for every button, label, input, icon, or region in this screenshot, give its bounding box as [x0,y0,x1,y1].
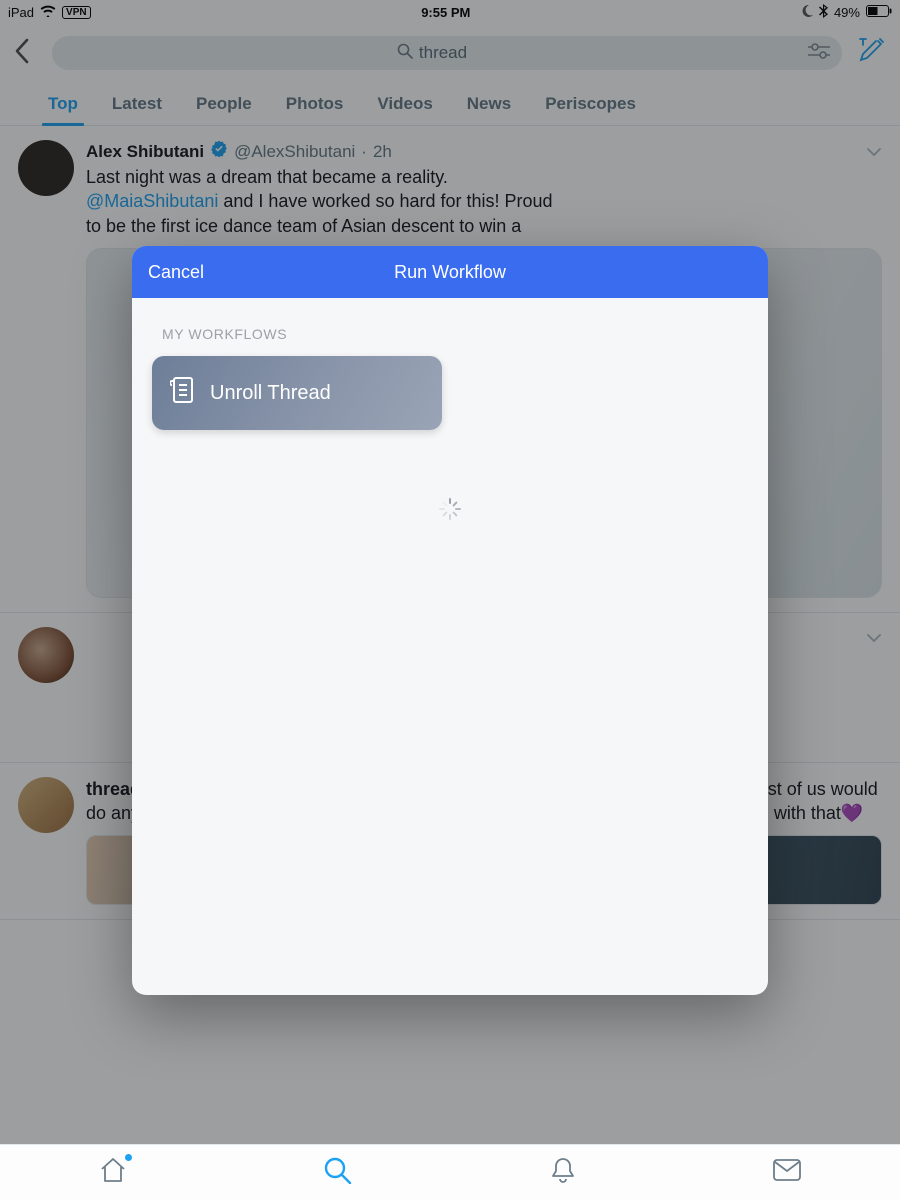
bottom-tab-bar [0,1144,900,1200]
section-label: MY WORKFLOWS [162,326,748,342]
sheet-header: Cancel Run Workflow [132,246,768,298]
workflow-sheet: Cancel Run Workflow MY WORKFLOWS Unroll … [132,246,768,995]
document-icon [170,375,196,411]
tab-messages-button[interactable] [772,1158,802,1187]
workflow-label: Unroll Thread [210,382,331,405]
notification-dot-icon [125,1154,132,1161]
tab-search-button[interactable] [323,1156,353,1189]
tab-home-button[interactable] [98,1156,128,1189]
tab-notifications-button[interactable] [549,1156,577,1189]
sheet-title: Run Workflow [394,262,506,283]
loading-spinner-icon [439,498,461,520]
cancel-button[interactable]: Cancel [148,246,204,298]
workflow-card-unroll-thread[interactable]: Unroll Thread [152,356,442,430]
